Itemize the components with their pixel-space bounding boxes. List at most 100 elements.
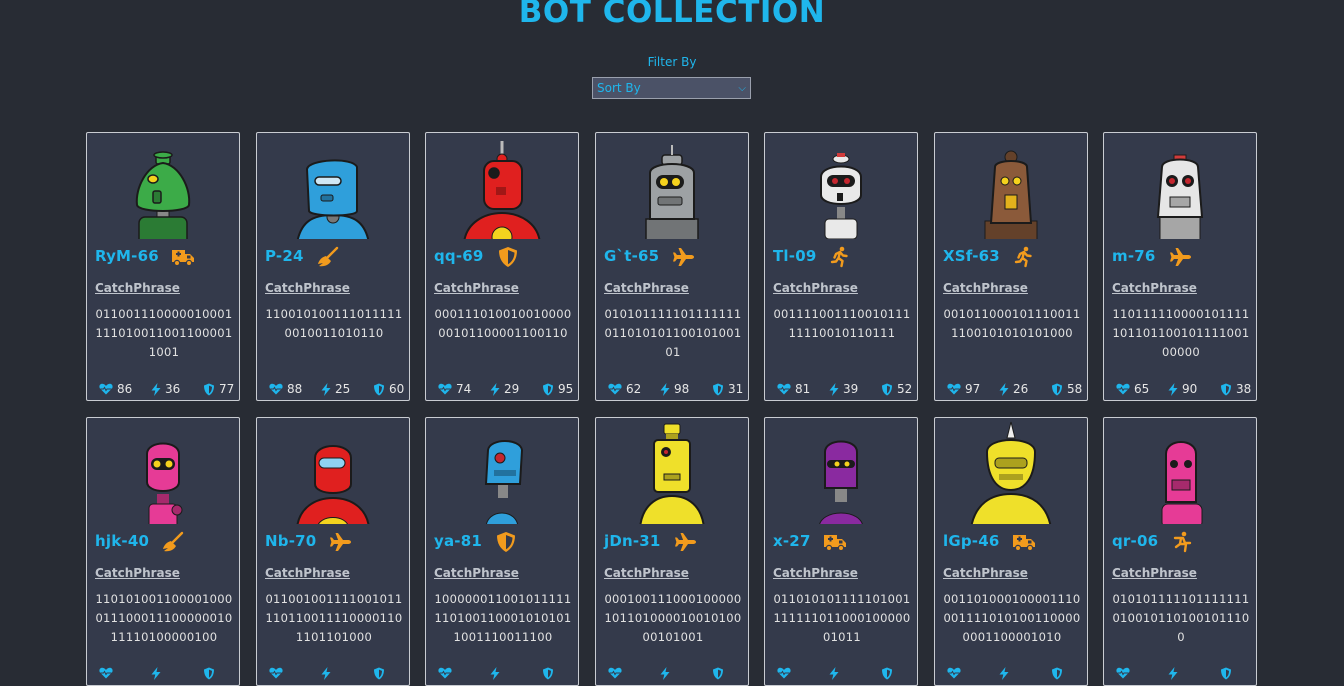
damage-value: 39: [843, 382, 859, 396]
bot-card[interactable]: m-76 CatchPhrase 1101111100001011111011011…: [1103, 132, 1257, 401]
bot-stats: [257, 667, 409, 683]
bot-card[interactable]: lGp-46 CatchPhrase 00110100010000111000111…: [934, 417, 1088, 686]
lightning-icon: [829, 667, 839, 680]
bot-card[interactable]: Tl-09 CatchPhrase 001111001110010111111100…: [764, 132, 918, 401]
bot-name: m-76: [1112, 247, 1156, 265]
bot-avatar: [87, 418, 239, 524]
damage-stat: [1168, 667, 1182, 680]
armor-value: 77: [219, 382, 235, 396]
bot-name: qr-06: [1112, 532, 1159, 550]
bot-name: jDn-31: [604, 532, 661, 550]
damage-stat: 39: [829, 382, 858, 396]
catchphrase-label: CatchPhrase: [434, 281, 519, 295]
bot-name: qq-69: [434, 247, 484, 265]
health-stat: 74: [438, 382, 471, 396]
health-stat: [438, 667, 456, 679]
bot-card[interactable]: qq-69 CatchPhrase 000111010010010000001011…: [425, 132, 579, 401]
health-stat: 88: [269, 382, 302, 396]
bot-name: ya-81: [434, 532, 482, 550]
catchphrase-label: CatchPhrase: [1112, 281, 1197, 295]
armor-stat: [373, 667, 389, 680]
bot-stats: 65 90 38: [1104, 382, 1256, 398]
bot-card[interactable]: hjk-40 CatchPhrase 11010100110000100001110…: [86, 417, 240, 686]
bot-name: x-27: [773, 532, 811, 550]
bot-stats: 86 36 77: [87, 382, 239, 398]
catchphrase-text: 01010111110111111101101010110010100101: [604, 307, 742, 359]
catchphrase-label: CatchPhrase: [95, 566, 180, 580]
ambulance-icon: [1011, 531, 1037, 553]
bot-card[interactable]: ya-81 CatchPhrase 100000011001011111110100…: [425, 417, 579, 686]
shield-half-icon: [1220, 667, 1232, 680]
bot-avatar: [1104, 418, 1256, 524]
lightning-icon: [660, 667, 670, 680]
page-title: BOT COLLECTION: [518, 0, 826, 30]
damage-value: 90: [1182, 382, 1198, 396]
catchphrase-label: CatchPhrase: [95, 281, 180, 295]
bot-card[interactable]: x-27 CatchPhrase 0110101011111010011111110…: [764, 417, 918, 686]
armor-value: 58: [1067, 382, 1083, 396]
heart-pulse-icon: [777, 383, 791, 395]
shield-half-icon: [712, 383, 724, 396]
shield-half-icon: [203, 383, 215, 396]
armor-stat: 58: [1051, 382, 1082, 396]
bot-stats: 81 39 52: [765, 382, 917, 398]
bot-name: Tl-09: [773, 247, 817, 265]
heart-pulse-icon: [99, 383, 113, 395]
lightning-icon: [660, 382, 670, 396]
bot-card[interactable]: Nb-70 CatchPhrase 011001001111001011110110…: [256, 417, 410, 686]
armor-value: 31: [728, 382, 744, 396]
plane-icon: [672, 531, 698, 553]
bot-card[interactable]: XSf-63 CatchPhrase 00101100010111001111001…: [934, 132, 1088, 401]
bot-stats: 88 25 60: [257, 382, 409, 398]
damage-stat: [321, 667, 335, 680]
person-walking-icon: [1169, 531, 1195, 553]
bot-card[interactable]: P-24 CatchPhrase 1100101001110111110010011…: [256, 132, 410, 401]
bot-avatar: [426, 418, 578, 524]
lightning-icon: [999, 667, 1009, 680]
catchphrase-label: CatchPhrase: [943, 566, 1028, 580]
bot-stats: [426, 667, 578, 683]
shield-half-icon: [373, 667, 385, 680]
bot-avatar: [765, 418, 917, 524]
health-value: 88: [287, 382, 303, 396]
shield-half-icon: [1051, 667, 1063, 680]
bot-card[interactable]: G`t-65 CatchPhrase 01010111110111111101101…: [595, 132, 749, 401]
armor-value: 52: [897, 382, 913, 396]
damage-stat: [490, 667, 504, 680]
catchphrase-text: 1101111100001011111011011001011110010000…: [1112, 307, 1250, 359]
bot-avatar: [765, 133, 917, 239]
health-stat: 62: [608, 382, 641, 396]
plane-icon: [670, 246, 696, 268]
bot-avatar: [935, 418, 1087, 524]
damage-stat: 26: [999, 382, 1028, 396]
lightning-icon: [151, 382, 161, 396]
catchphrase-label: CatchPhrase: [604, 281, 689, 295]
bot-stats: [596, 667, 748, 683]
catchphrase-text: 1000000110010111111101001100010101011001…: [434, 592, 572, 644]
bot-card[interactable]: qr-06 CatchPhrase 010101111101111111010010…: [1103, 417, 1257, 686]
bot-card[interactable]: jDn-31 CatchPhrase 00010011100010000010110…: [595, 417, 749, 686]
armor-stat: [542, 667, 558, 680]
damage-stat: [660, 667, 674, 680]
plane-icon: [327, 531, 353, 553]
lightning-icon: [829, 382, 839, 396]
health-stat: [1116, 667, 1134, 679]
shield-half-icon: [203, 667, 215, 680]
sort-select[interactable]: Sort By ⌵: [592, 77, 751, 99]
shield-half-icon: [1220, 383, 1232, 396]
runner-icon: [827, 246, 853, 268]
catchphrase-label: CatchPhrase: [604, 566, 689, 580]
bot-name: XSf-63: [943, 247, 1000, 265]
health-value: 97: [965, 382, 981, 396]
runner-icon: [1011, 246, 1037, 268]
heart-pulse-icon: [947, 667, 961, 679]
armor-stat: 38: [1220, 382, 1251, 396]
bot-stats: [87, 667, 239, 683]
bot-card[interactable]: RyM-66 CatchPhrase 01100111000001000111101…: [86, 132, 240, 401]
damage-stat: [999, 667, 1013, 680]
heart-pulse-icon: [947, 383, 961, 395]
bot-stats: 97 26 58: [935, 382, 1087, 398]
shield-half-icon: [373, 383, 385, 396]
damage-stat: 98: [660, 382, 689, 396]
health-stat: [608, 667, 626, 679]
